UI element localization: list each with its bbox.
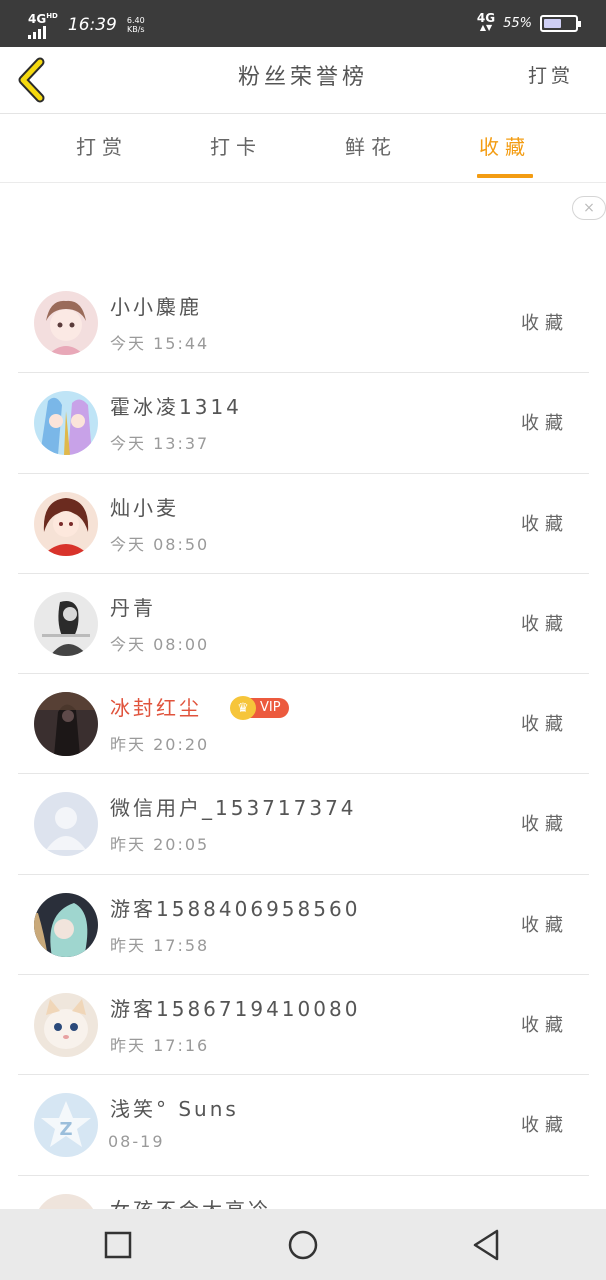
- avatar: [34, 591, 98, 656]
- user-name: 丹青: [110, 595, 156, 620]
- avatar: Z: [34, 1093, 98, 1158]
- battery-fill: [544, 18, 561, 28]
- tab-flowers[interactable]: 鲜花: [326, 131, 416, 160]
- avatar: [34, 993, 98, 1058]
- recent-apps-button[interactable]: [98, 1227, 138, 1263]
- reward-button[interactable]: 打赏: [528, 61, 574, 88]
- network-indicator: 4GHD: [28, 10, 58, 39]
- user-name: 冰封红尘: [110, 696, 202, 721]
- user-time: 昨天 20:20: [110, 735, 210, 755]
- active-tab-indicator: [477, 174, 533, 178]
- status-bar: 4GHD 16:39 6.40 KB/s 4G ▲▼ 55%: [0, 0, 606, 47]
- avatar: [34, 792, 98, 857]
- list-item[interactable]: 游客1586719410080 昨天 17:16 收藏: [18, 975, 589, 1076]
- net-speed: 6.40 KB/s: [127, 16, 145, 34]
- triangle-back-icon: [473, 1229, 499, 1261]
- circle-icon: [288, 1230, 318, 1260]
- vip-badge: ♛ VIP: [230, 696, 289, 721]
- battery-percent: 55%: [503, 15, 532, 31]
- list-item[interactable]: Z 浅笑° Suns 08-19 收藏: [18, 1075, 589, 1176]
- app-header: 粉丝荣誉榜 打赏: [0, 47, 606, 114]
- network-sup: HD: [46, 12, 58, 20]
- tab-favorites[interactable]: 收藏: [460, 131, 550, 160]
- qq-default-icon: Z: [34, 1093, 98, 1158]
- tab-checkin[interactable]: 打卡: [191, 131, 281, 160]
- avatar: [34, 892, 98, 957]
- tab-bar: 打赏 打卡 鲜花 收藏: [0, 114, 606, 183]
- action-label: 收藏: [521, 714, 569, 736]
- square-icon: [104, 1231, 132, 1259]
- user-time: 今天 08:50: [110, 534, 210, 554]
- list-item[interactable]: 冰封红尘 ♛ VIP 昨天 20:20 收藏: [18, 674, 589, 775]
- battery-icon: [540, 14, 581, 32]
- avatar: [34, 692, 98, 757]
- action-label: 收藏: [521, 413, 569, 435]
- status-right: 4G ▲▼ 55%: [476, 11, 581, 33]
- signal-icon: [28, 25, 58, 39]
- user-name: 霍冰凌1314: [110, 395, 242, 420]
- action-label: 收藏: [521, 313, 569, 334]
- user-time: 今天 13:37: [110, 434, 210, 454]
- default-user-icon: [34, 792, 98, 857]
- fan-list: 小小麋鹿 今天 15:44 收藏 霍冰凌1314 今天 13:37 收藏 灿小麦…: [0, 273, 606, 1276]
- avatar: [34, 491, 98, 556]
- clock: 16:39: [67, 14, 117, 35]
- list-item[interactable]: 灿小麦 今天 08:50 收藏: [18, 474, 589, 574]
- list-item[interactable]: 微信用户_153717374 昨天 20:05 收藏: [18, 774, 589, 875]
- system-nav-bar: [0, 1209, 606, 1280]
- user-time: 昨天 17:58: [110, 935, 210, 955]
- user-time: 昨天 17:16: [110, 1036, 210, 1056]
- user-time: 08-19: [108, 1132, 165, 1152]
- home-button[interactable]: [283, 1227, 323, 1263]
- data-icon: 4G ▲▼: [476, 11, 496, 32]
- back-nav-button[interactable]: [467, 1227, 507, 1263]
- action-label: 收藏: [521, 513, 569, 535]
- close-icon[interactable]: ×: [572, 196, 606, 220]
- status-left: 4GHD 16:39 6.40 KB/s: [28, 10, 145, 39]
- net-type-right: 4G: [476, 11, 496, 25]
- user-name: 小小麋鹿: [110, 295, 202, 319]
- action-label: 收藏: [521, 613, 569, 635]
- svg-text:Z: Z: [59, 1119, 72, 1140]
- user-name: 游客1588406958560: [110, 896, 361, 921]
- list-item[interactable]: 游客1588406958560 昨天 17:58 收藏: [18, 875, 589, 976]
- avatar: [34, 391, 98, 456]
- user-name: 游客1586719410080: [110, 997, 361, 1022]
- user-name: 灿小麦: [110, 495, 179, 520]
- user-name: 浅笑° Suns: [110, 1097, 239, 1122]
- list-item[interactable]: 小小麋鹿 今天 15:44 收藏: [18, 273, 589, 374]
- user-name: 微信用户_153717374: [110, 796, 357, 821]
- tab-reward[interactable]: 打赏: [57, 131, 147, 160]
- page-title: 粉丝荣誉榜: [237, 65, 368, 90]
- network-type: 4G: [28, 12, 47, 26]
- net-speed-value: 6.40: [126, 15, 145, 25]
- list-item[interactable]: 丹青 今天 08:00 收藏: [18, 574, 589, 675]
- action-label: 收藏: [521, 1115, 569, 1137]
- list-item[interactable]: 霍冰凌1314 今天 13:37 收藏: [18, 373, 589, 474]
- action-label: 收藏: [521, 1015, 569, 1037]
- user-time: 今天 15:44: [110, 334, 210, 353]
- user-time: 今天 08:00: [110, 634, 210, 654]
- avatar: [34, 291, 98, 355]
- action-label: 收藏: [521, 814, 569, 836]
- user-time: 昨天 20:05: [110, 835, 210, 855]
- net-speed-unit: KB/s: [126, 24, 145, 34]
- action-label: 收藏: [521, 914, 569, 936]
